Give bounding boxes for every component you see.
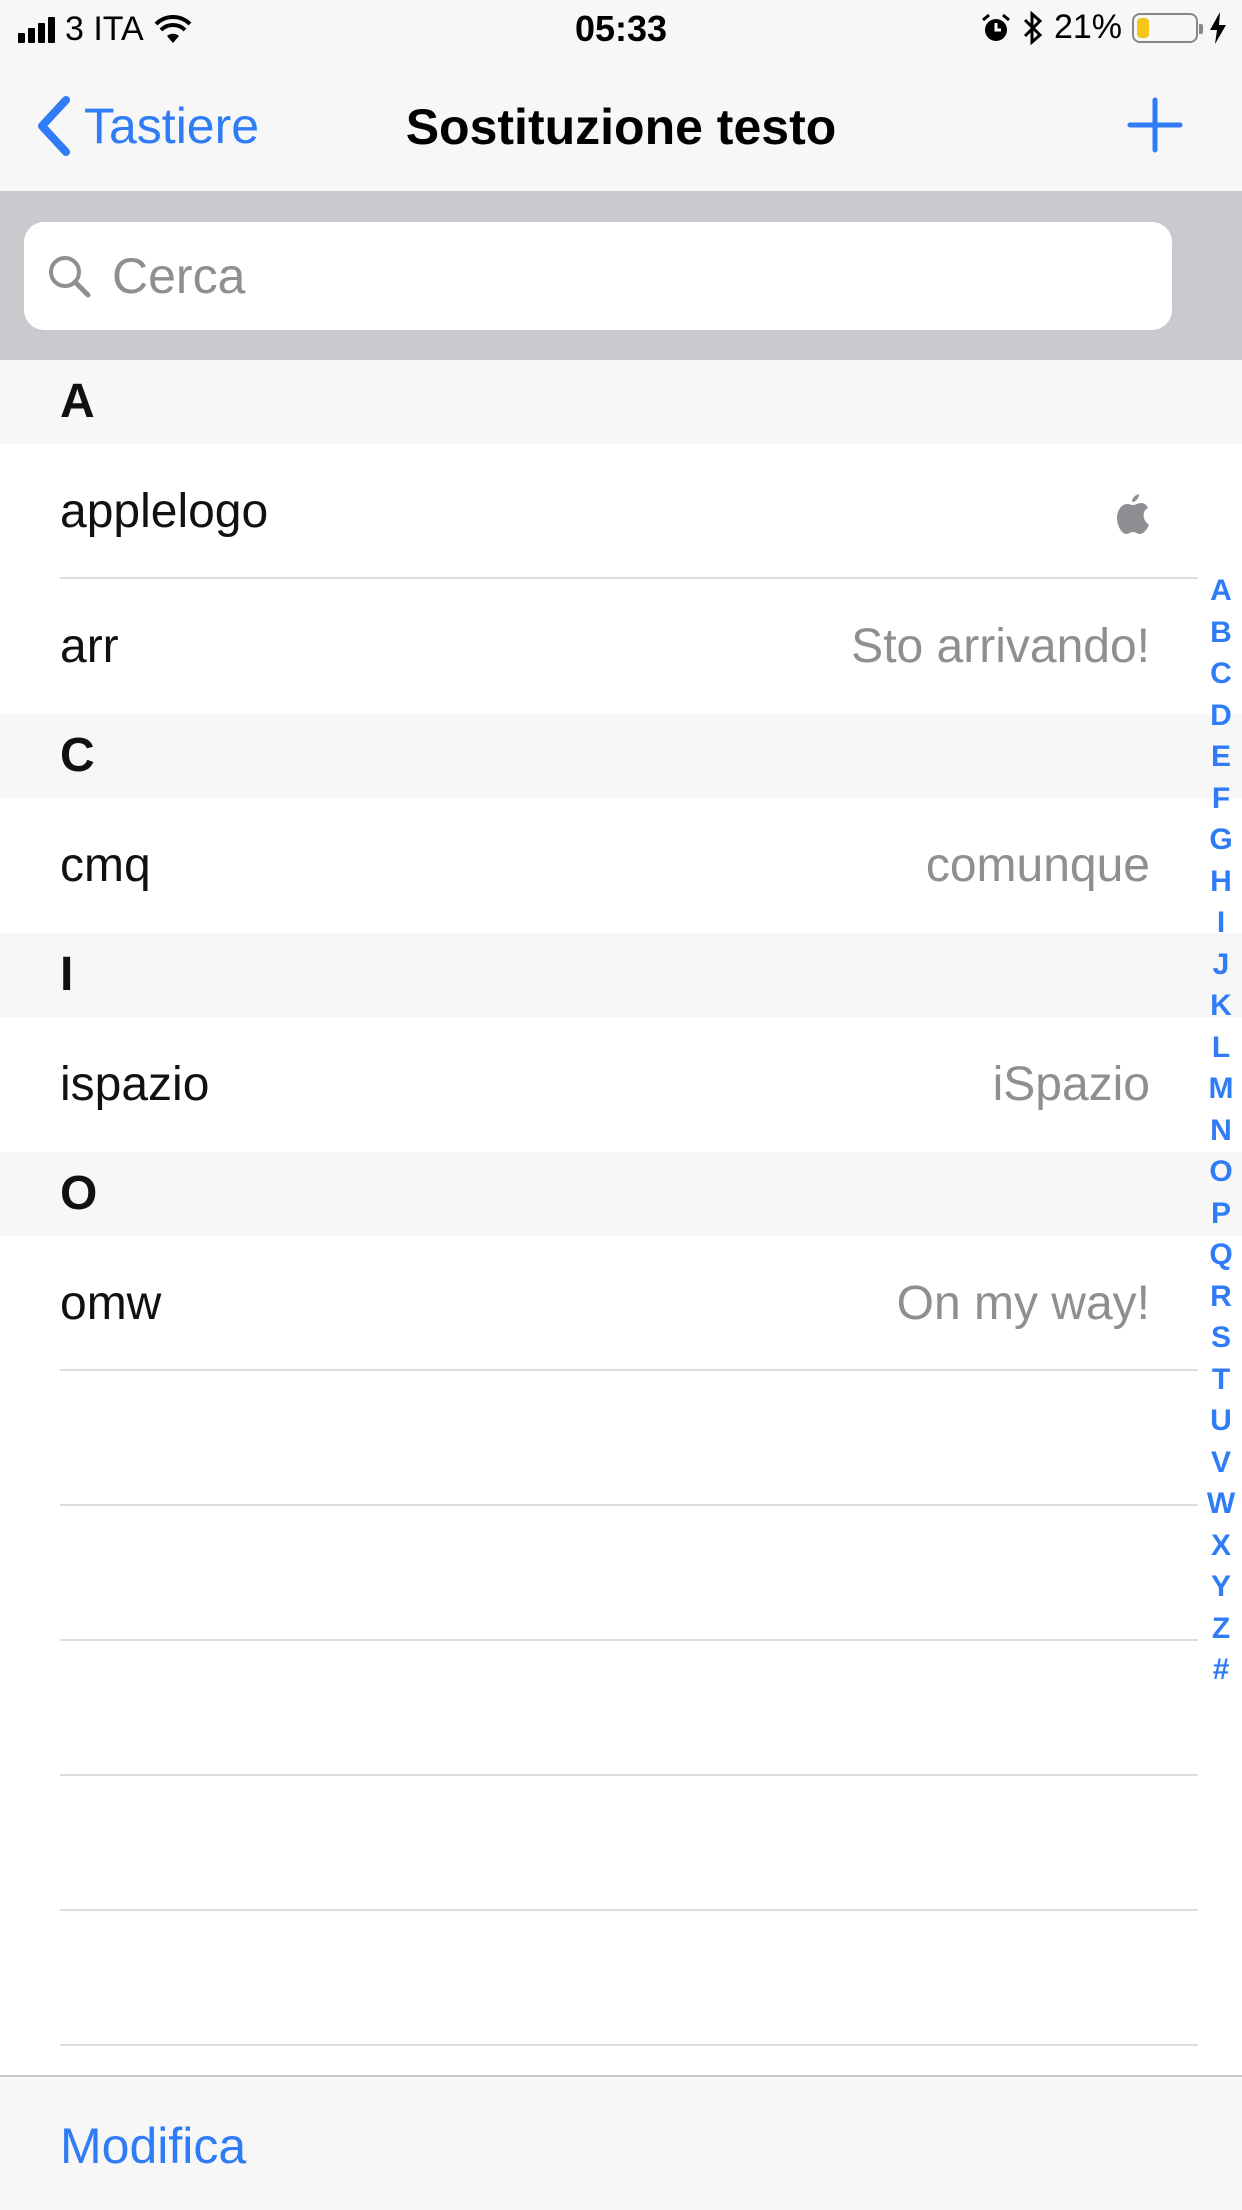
search-icon — [49, 256, 91, 298]
search-input[interactable] — [110, 246, 1114, 306]
index-letter[interactable]: B — [1210, 612, 1232, 654]
phrase-text: On my way! — [896, 1277, 1150, 1330]
replacement-row[interactable]: ispazio iSpazio — [0, 1017, 1242, 1152]
index-letter[interactable]: M — [1209, 1068, 1234, 1110]
section-header-a: A — [0, 360, 1242, 444]
index-letter[interactable]: O — [1209, 1151, 1232, 1193]
index-letter[interactable]: Q — [1209, 1234, 1232, 1276]
index-letter[interactable]: V — [1211, 1442, 1231, 1484]
shortcut-text: ispazio — [60, 1058, 210, 1111]
shortcut-text: cmq — [60, 839, 151, 892]
index-letter[interactable]: Y — [1211, 1566, 1231, 1608]
phrase-text: iSpazio — [992, 1058, 1150, 1111]
replacement-list: A applelogo arr Sto arrivando! C cmq com… — [0, 360, 1242, 2046]
index-letter[interactable]: D — [1210, 695, 1232, 737]
battery-level — [1137, 17, 1149, 38]
apple-logo-icon — [1117, 494, 1149, 535]
replacement-row[interactable]: applelogo — [0, 444, 1242, 579]
replacement-row[interactable]: omw On my way! — [0, 1236, 1242, 1371]
battery-percent: 21% — [1053, 8, 1122, 46]
empty-row — [0, 1911, 1242, 2046]
empty-row — [0, 1776, 1242, 1911]
index-letter[interactable]: S — [1211, 1317, 1231, 1359]
empty-row — [0, 1371, 1242, 1506]
replacement-row[interactable]: arr Sto arrivando! — [0, 579, 1242, 714]
navigation-bar: Tastiere Sostituzione testo — [0, 60, 1242, 192]
page-title: Sostituzione testo — [405, 99, 837, 155]
section-index[interactable]: A B C D E F G H I J K L M N O P Q R S T U V W X Y Z # — [1206, 570, 1236, 1691]
status-bar: 3 ITA 05:33 21% — [0, 0, 1242, 60]
edit-button[interactable]: Modifica — [60, 2117, 246, 2175]
index-letter[interactable]: A — [1210, 570, 1232, 612]
charging-bolt-icon — [1210, 11, 1226, 44]
index-letter[interactable]: H — [1210, 861, 1232, 903]
index-letter[interactable]: T — [1212, 1359, 1230, 1401]
phrase-text — [1116, 444, 1150, 579]
index-letter[interactable]: W — [1207, 1483, 1235, 1525]
index-letter[interactable]: N — [1210, 1110, 1232, 1152]
index-letter[interactable]: P — [1211, 1193, 1231, 1235]
index-letter[interactable]: G — [1209, 819, 1232, 861]
section-header-o: O — [0, 1152, 1242, 1236]
alarm-icon — [981, 13, 1010, 41]
shortcut-text: omw — [60, 1277, 162, 1330]
index-letter[interactable]: X — [1211, 1525, 1231, 1567]
phrase-text: comunque — [925, 839, 1150, 892]
replacement-row[interactable]: cmq comunque — [0, 798, 1242, 933]
index-letter[interactable]: E — [1211, 736, 1231, 778]
index-letter[interactable]: R — [1210, 1276, 1232, 1318]
index-letter[interactable]: K — [1210, 985, 1232, 1027]
plus-icon[interactable] — [1126, 96, 1184, 154]
status-right: 21% — [980, 8, 1228, 47]
index-letter[interactable]: U — [1210, 1400, 1232, 1442]
shortcut-text: applelogo — [60, 485, 269, 538]
index-letter[interactable]: Z — [1212, 1608, 1230, 1650]
index-letter[interactable]: C — [1210, 653, 1232, 695]
search-bar — [0, 192, 1242, 360]
search-field[interactable] — [24, 222, 1172, 330]
battery-icon — [1132, 12, 1203, 43]
phrase-text: Sto arrivando! — [851, 620, 1150, 673]
section-header-c: C — [0, 714, 1242, 798]
index-letter[interactable]: F — [1212, 778, 1230, 820]
index-letter[interactable]: J — [1213, 944, 1230, 986]
index-letter[interactable]: I — [1217, 902, 1225, 944]
index-letter[interactable]: L — [1212, 1027, 1230, 1069]
index-letter[interactable]: # — [1213, 1649, 1230, 1691]
empty-row — [0, 1506, 1242, 1641]
shortcut-text: arr — [60, 620, 119, 673]
section-header-i: I — [0, 933, 1242, 1017]
bluetooth-icon — [1023, 10, 1043, 45]
empty-row — [0, 1641, 1242, 1776]
bottom-toolbar: Modifica — [0, 2075, 1242, 2210]
